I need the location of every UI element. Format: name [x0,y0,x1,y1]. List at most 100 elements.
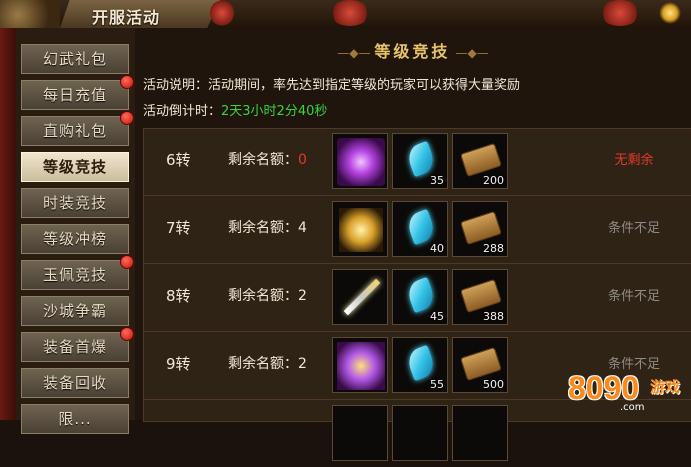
sidebar-item-label: 直购礼包 [42,122,107,140]
notification-dot-icon [120,111,134,125]
row-divider [144,195,691,196]
sidebar-item-huanwu[interactable]: 幻武礼包 [21,44,129,74]
main-panel: —◆— 等级竞技 —◆— 活动说明：活动期间，率先达到指定等级的玩家可以获得大量… [135,28,691,461]
title-ornament: —◆— [455,46,489,60]
countdown-value: 2天3小时2分40秒 [221,104,328,119]
reward-slot-scroll[interactable]: 288 [452,201,508,257]
level-requirement: 6转 [166,151,191,169]
quota: 剩余名额：2 [228,285,307,305]
sidebar-item-level-competition[interactable]: 等级竞技 [21,152,129,182]
scroll-icon [460,279,502,313]
scroll-icon [460,143,502,177]
quota-label: 剩余名额： [228,356,298,372]
dragon-ornament-icon [0,0,60,30]
reward-slot-gem[interactable]: 45 [392,269,448,325]
sidebar-item-daily-recharge[interactable]: 每日充值 [21,75,134,110]
activity-countdown: 活动倒计时：2天3小时2分40秒 [143,100,327,119]
watermark-domain: .com [620,402,645,413]
window-title: 开服活动 [92,8,161,27]
red-cloud-ornament-icon [330,0,370,26]
item-quantity: 45 [430,310,444,323]
sidebar-item-limited[interactable]: 限... [21,404,129,434]
table-row: 6转 剩余名额：0 35 200 无剩余 [144,129,691,196]
sidebar-item-castle-war[interactable]: 沙城争霸 [21,296,129,326]
sidebar-item-label: 等级冲榜 [42,230,107,248]
level-requirement: 8转 [166,287,191,305]
page-title: 等级竞技 [374,42,451,61]
title-bar: 开服活动 [0,0,691,30]
sidebar-item-label: 等级竞技 [42,158,107,176]
status-text: 条件不足 [607,289,660,304]
item-quantity: 200 [483,174,504,187]
reward-slot-scroll[interactable]: 200 [452,133,508,189]
row-divider [144,331,691,332]
reward-slot-scroll[interactable] [452,405,508,461]
reward-slot-gem[interactable] [392,405,448,461]
status-text: 无剩余 [614,153,654,168]
red-cloud-ornament-icon [210,0,234,26]
reward-slot-scroll[interactable]: 388 [452,269,508,325]
notification-dot-icon [120,327,134,341]
item-quantity: 288 [483,242,504,255]
table-row: 7转 剩余名额：4 40 288 条件不足 [144,197,691,264]
quota-label: 剩余名额： [228,288,298,304]
reward-slot-weapon[interactable] [332,337,388,393]
title-ornament: —◆— [337,46,375,60]
site-watermark-logo: 8090 游戏 .com [568,370,688,416]
reward-slot-gem[interactable]: 40 [392,201,448,257]
sidebar-item-label: 限... [58,410,92,428]
feather-gem-icon [404,276,438,314]
purple-weapon-icon [337,138,385,186]
reward-slot-weapon[interactable] [332,269,388,325]
sparkle-icon [659,2,681,24]
watermark-brand: 游戏 [650,378,681,396]
quota: 剩余名额：0 [228,149,307,169]
sidebar-item-equipment-recycle[interactable]: 装备回收 [21,368,129,398]
sidebar-item-direct-buy[interactable]: 直购礼包 [21,111,134,146]
sidebar-item-label: 玉佩竞技 [42,266,107,284]
sidebar-item-label: 装备首爆 [42,338,107,356]
gold-weapon-icon [339,208,383,252]
quota: 剩余名额：4 [228,217,307,237]
feather-gem-icon [404,344,438,382]
description-label: 活动说明： [143,78,209,93]
sidebar-item-equipment-first-drop[interactable]: 装备首爆 [21,327,134,362]
item-quantity: 40 [430,242,444,255]
sidebar-item-label: 每日充值 [42,86,107,104]
sidebar-item-level-ranking[interactable]: 等级冲榜 [21,224,129,254]
sidebar-item-fashion-competition[interactable]: 时装竞技 [21,188,129,218]
item-quantity: 55 [430,378,444,391]
activity-description: 活动说明：活动期间，率先达到指定等级的玩家可以获得大量奖励 [143,74,520,93]
reward-slot-weapon[interactable] [332,133,388,189]
status-text: 条件不足 [607,221,660,236]
reward-slot-weapon[interactable] [332,201,388,257]
reward-slot-gem[interactable]: 55 [392,337,448,393]
description-text: 活动期间，率先达到指定等级的玩家可以获得大量奖励 [208,78,521,93]
feather-gem-icon [404,140,438,178]
level-requirement: 7转 [166,219,191,237]
row-divider [144,263,691,264]
quota-value: 2 [298,288,307,304]
scroll-icon [460,347,502,381]
purple-gold-weapon-icon [337,342,385,390]
scroll-icon [460,211,502,245]
item-quantity: 388 [483,310,504,323]
sidebar: 幻武礼包 每日充值 直购礼包 等级竞技 时装竞技 等级冲榜 玉佩竞技 沙城争霸 … [16,28,135,434]
feather-gem-icon [404,208,438,246]
quota-label: 剩余名额： [228,152,298,168]
sidebar-item-label: 沙城争霸 [42,302,107,320]
panel-header: —◆— 等级竞技 —◆— [135,38,691,61]
reward-slot-scroll[interactable]: 500 [452,337,508,393]
sword-icon [343,278,381,316]
notification-dot-icon [120,75,134,89]
quota-value: 0 [298,152,307,168]
level-requirement: 9转 [166,355,191,373]
sidebar-item-label: 时装竞技 [42,194,107,212]
reward-slot-gem[interactable]: 35 [392,133,448,189]
quota: 剩余名额：2 [228,353,307,373]
reward-slot-weapon[interactable] [332,405,388,461]
item-quantity: 35 [430,174,444,187]
sidebar-item-label: 幻武礼包 [42,50,107,68]
quota-label: 剩余名额： [228,220,298,236]
sidebar-item-jade-competition[interactable]: 玉佩竞技 [21,255,134,290]
